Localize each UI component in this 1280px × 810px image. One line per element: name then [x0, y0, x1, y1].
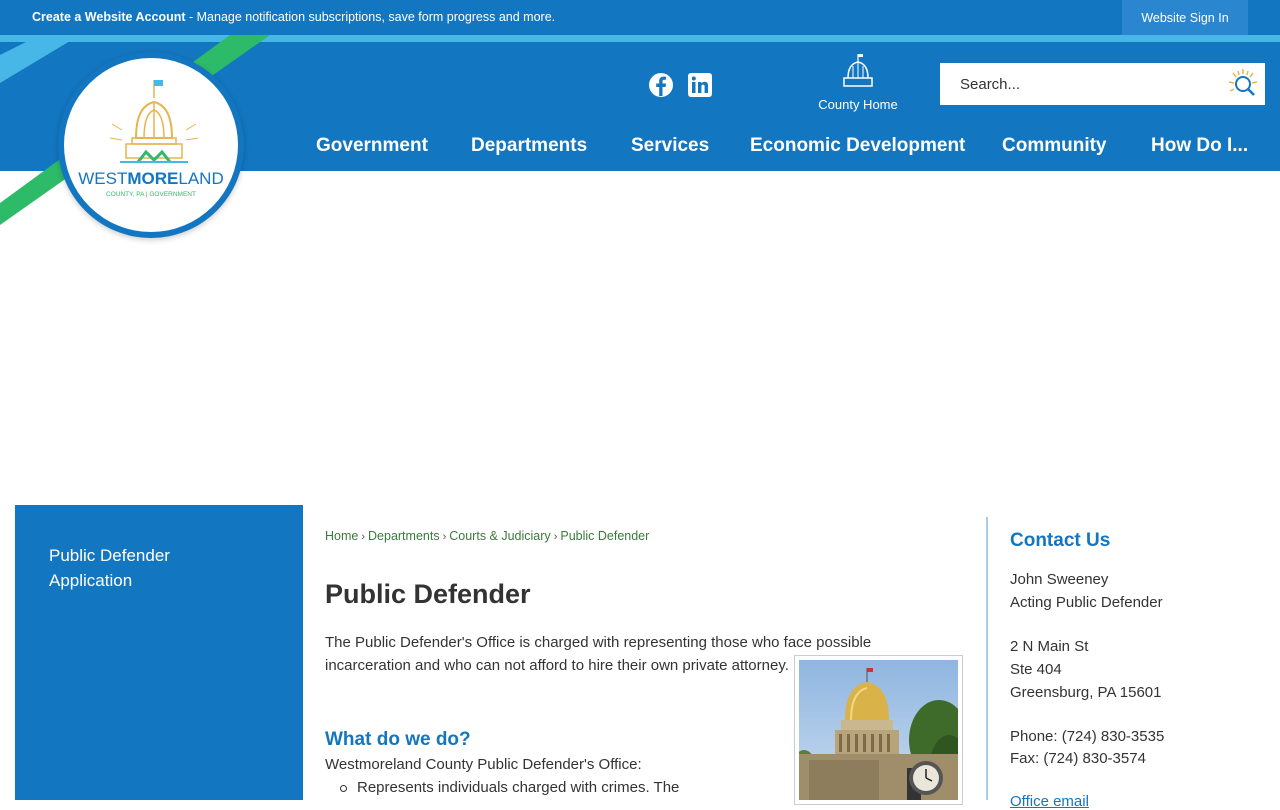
search-button[interactable]	[1225, 67, 1261, 101]
section-heading: What do we do?	[325, 729, 471, 750]
breadcrumb-home[interactable]: Home	[325, 529, 358, 543]
courthouse-image	[799, 660, 958, 800]
sidebar: Public Defender Application	[15, 505, 303, 800]
logo-land: LAND	[178, 169, 223, 188]
office-line: Westmoreland County Public Defender's Of…	[325, 756, 642, 773]
contact-heading: Contact Us	[1010, 530, 1111, 551]
phone-number: Phone: (724) 830-3535	[1010, 728, 1165, 745]
county-home-label: County Home	[818, 97, 898, 112]
address-line-1: 2 N Main St	[1010, 638, 1089, 655]
contact-us-panel: Contact Us John Sweeney Acting Public De…	[1010, 505, 1270, 810]
office-email-link[interactable]: Office email	[1010, 793, 1089, 810]
search-input[interactable]	[940, 63, 1220, 105]
nav-departments[interactable]: Departments	[471, 135, 587, 161]
linkedin-icon[interactable]	[687, 72, 713, 98]
svg-text:WESTMORELAND: WESTMORELAND	[78, 169, 223, 188]
header-accent-stripe	[0, 35, 1280, 42]
nav-economic-development[interactable]: Economic Development	[750, 135, 965, 161]
search-box	[940, 63, 1265, 105]
breadcrumb-departments[interactable]: Departments	[368, 529, 440, 543]
address-line-3: Greensburg, PA 15601	[1010, 684, 1162, 701]
create-account-description: - Manage notification subscriptions, sav…	[185, 10, 556, 24]
breadcrumb: Home › Departments › Courts & Judiciary › Publ…	[325, 529, 649, 543]
sidebar-item-public-defender-application[interactable]: Public Defender Application	[49, 543, 249, 593]
capitol-dome-icon: WESTMORELAND COUNTY, PA | GOVERNMENT	[78, 80, 224, 198]
logo-subtitle: COUNTY, PA | GOVERNMENT	[106, 191, 196, 198]
page-title: Public Defender	[325, 579, 531, 609]
contact-role: Acting Public Defender	[1010, 594, 1163, 611]
column-divider	[986, 517, 988, 800]
create-account-link[interactable]: Create a Website Account	[32, 10, 186, 24]
capitol-building-icon	[843, 54, 873, 87]
breadcrumb-separator: ›	[442, 531, 447, 543]
logo-more: MORE	[127, 169, 178, 188]
county-home-link[interactable]: County Home	[808, 52, 908, 112]
logo-west: WEST	[78, 169, 127, 188]
account-message: Create a Website Account - Manage notifi…	[32, 10, 555, 24]
nav-how-do-i[interactable]: How Do I...	[1151, 135, 1248, 161]
search-icon	[1228, 69, 1258, 96]
contact-name: John Sweeney	[1010, 571, 1109, 588]
nav-community[interactable]: Community	[1002, 135, 1107, 161]
fax-number: Fax: (724) 830-3574	[1010, 750, 1146, 767]
list-item: Represents individuals charged with crim…	[340, 779, 679, 796]
intro-paragraph: The Public Defender's Office is charged …	[325, 634, 872, 674]
breadcrumb-courts-judiciary[interactable]: Courts & Judiciary	[449, 529, 550, 543]
breadcrumb-separator: ›	[553, 531, 558, 543]
top-bar: Create a Website Account - Manage notifi…	[0, 0, 1280, 35]
website-sign-in-button[interactable]: Website Sign In	[1122, 0, 1248, 35]
county-logo[interactable]: WESTMORELAND COUNTY, PA | GOVERNMENT	[58, 52, 244, 238]
main-content: Home › Departments › Courts & Judiciary › Publ…	[303, 505, 985, 805]
breadcrumb-separator: ›	[361, 531, 366, 543]
nav-government[interactable]: Government	[316, 135, 428, 161]
facebook-icon[interactable]	[648, 72, 674, 98]
nav-services[interactable]: Services	[631, 135, 709, 161]
address-line-2: Ste 404	[1010, 661, 1062, 678]
breadcrumb-public-defender[interactable]: Public Defender	[560, 529, 649, 543]
courthouse-photo[interactable]	[794, 655, 963, 805]
